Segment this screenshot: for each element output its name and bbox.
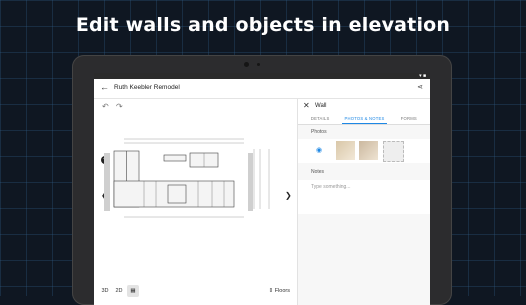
tab-forms[interactable]: FORMS [387,113,430,124]
photo-thumbnail[interactable] [336,141,355,160]
elevation-canvas[interactable]: ↶ ↷ + ❮ ❯ [94,99,296,305]
panel-title: Wall [315,103,327,109]
panel-header: ✕ Wall [298,99,430,113]
kitchen-elevation-drawing [104,138,270,218]
redo-icon[interactable]: ↷ [116,102,123,111]
properties-panel: ✕ Wall DETAILS PHOTOS & NOTES FORMS Phot… [297,99,430,305]
camera-lens [244,62,249,67]
view-elevation-button[interactable]: ▦ [127,285,139,297]
notes-label: Notes [311,169,325,175]
undo-icon[interactable]: ↶ [102,102,109,111]
floors-button[interactable]: ⇕ Floors [269,288,290,294]
back-arrow-icon[interactable]: ← [100,82,109,92]
tab-details[interactable]: DETAILS [298,113,342,124]
photos-label: Photos [311,129,327,135]
app-bar: ← Ruth Keebler Remodel ⋖ [94,79,430,99]
close-icon[interactable]: ✕ [303,101,310,110]
view-2d-button[interactable]: 2D [113,285,125,297]
headline: Edit walls and objects in elevation [75,14,451,36]
app-screen: ▾ ■ ← Ruth Keebler Remodel ⋖ ↶ ↷ + ❮ ❯ [94,73,430,305]
notes-field[interactable]: Type something... [298,180,430,214]
camera-sensor [257,63,260,66]
photos-strip: ◉ [298,139,430,163]
tab-photos-notes[interactable]: PHOTOS & NOTES [342,113,387,124]
next-wall-icon[interactable]: ❯ [285,191,292,200]
notes-placeholder: Type something... [311,184,351,190]
tablet-device: ▾ ■ ← Ruth Keebler Remodel ⋖ ↶ ↷ + ❮ ❯ [72,55,452,305]
panel-tabs: DETAILS PHOTOS & NOTES FORMS [298,113,430,125]
share-icon[interactable]: ⋖ [417,83,423,91]
camera-icon[interactable]: ◉ [316,146,322,154]
project-title: Ruth Keebler Remodel [114,84,180,91]
photo-thumbnail[interactable] [359,141,378,160]
photo-placeholder[interactable] [383,141,404,162]
view-3d-button[interactable]: 3D [99,285,111,297]
view-mode-switcher: 3D 2D ▦ [99,285,139,297]
